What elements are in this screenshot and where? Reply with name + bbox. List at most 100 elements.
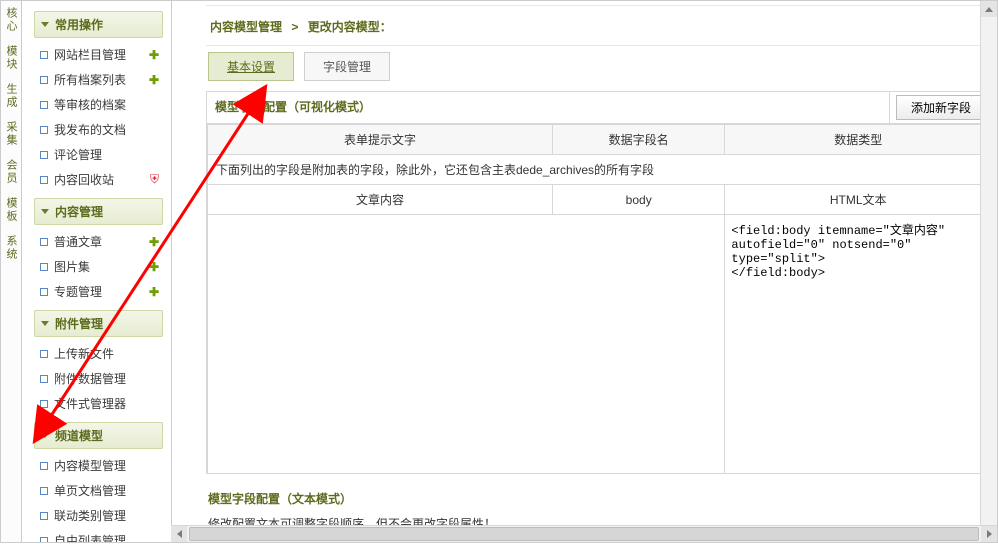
bullet-icon <box>40 151 48 159</box>
field-config-editor[interactable] <box>725 215 991 474</box>
chevron-down-icon <box>41 433 49 438</box>
bullet-icon <box>40 375 48 383</box>
vnav-item[interactable]: 生成 <box>1 77 21 115</box>
sidebar-item[interactable]: 专题管理 ✚ <box>34 279 163 304</box>
sidebar-item-label: 图片集 <box>54 258 143 275</box>
sidebar-item[interactable]: 自由列表管理 <box>34 528 163 542</box>
sidebar-item[interactable]: 单页文档管理 <box>34 478 163 503</box>
sidebar-group-title: 附件管理 <box>55 315 103 332</box>
tabs: 基本设置 字段管理 <box>208 52 993 81</box>
vnav-item[interactable]: 会员 <box>1 153 21 191</box>
shield-icon: ⛨ <box>150 172 159 187</box>
cell-type: HTML文本 <box>725 185 992 215</box>
bullet-icon <box>40 101 48 109</box>
vnav-item[interactable]: 采集 <box>1 115 21 153</box>
sidebar-group-title: 常用操作 <box>55 16 103 33</box>
vnav-item[interactable]: 核心 <box>1 1 21 39</box>
vertical-scrollbar[interactable] <box>980 1 997 542</box>
scroll-thumb[interactable] <box>189 527 979 541</box>
bullet-icon <box>40 76 48 84</box>
chevron-down-icon <box>41 321 49 326</box>
bullet-icon <box>40 512 48 520</box>
sidebar-item-label: 附件数据管理 <box>54 370 159 387</box>
table-row[interactable]: 文章内容 body HTML文本 <box>208 185 992 215</box>
plus-icon[interactable]: ✚ <box>149 235 159 249</box>
add-field-button[interactable]: 添加新字段 <box>896 95 986 120</box>
sidebar-item-label: 网站栏目管理 <box>54 46 143 63</box>
sidebar: 常用操作 网站栏目管理✚ 所有档案列表✚ 等审核的档案 我发布的文档 评论管理 … <box>22 1 172 542</box>
horizontal-scrollbar[interactable] <box>171 525 997 542</box>
vnav-item[interactable]: 系统 <box>1 229 21 267</box>
bullet-icon <box>40 400 48 408</box>
sidebar-item[interactable]: 文件式管理器 <box>34 391 163 416</box>
sidebar-item[interactable]: 等审核的档案 <box>34 92 163 117</box>
plus-icon[interactable]: ✚ <box>149 260 159 274</box>
sidebar-item-label: 内容模型管理 <box>54 457 159 474</box>
main-panel: 内容模型管理 > 更改内容模型： 基本设置 字段管理 模型字段配置（可视化模式）… <box>172 1 997 542</box>
bullet-icon <box>40 487 48 495</box>
bullet-icon <box>40 126 48 134</box>
cell-field: body <box>552 185 724 215</box>
sidebar-menu: 内容模型管理 单页文档管理 联动类别管理 自由列表管理 自定义表单 <box>34 453 163 542</box>
bullet-icon <box>40 288 48 296</box>
sidebar-item-content-model[interactable]: 内容模型管理 <box>34 453 163 478</box>
vnav-item[interactable]: 模块 <box>1 39 21 77</box>
sidebar-item-label: 上传新文件 <box>54 345 159 362</box>
cell-hint: 文章内容 <box>208 185 553 215</box>
vnav-item[interactable]: 模板 <box>1 191 21 229</box>
chevron-down-icon <box>41 22 49 27</box>
scroll-up-icon[interactable] <box>981 1 997 17</box>
sidebar-item-label: 等审核的档案 <box>54 96 159 113</box>
sidebar-item-label: 专题管理 <box>54 283 143 300</box>
editor-spacer <box>208 215 725 475</box>
sidebar-item-label: 内容回收站 <box>54 171 144 188</box>
sidebar-group-content[interactable]: 内容管理 <box>34 198 163 225</box>
sidebar-menu: 普通文章✚ 图片集 ✚ 专题管理 ✚ <box>34 229 163 304</box>
crumb-current: 更改内容模型： <box>308 20 392 34</box>
sidebar-item-label: 自由列表管理 <box>54 532 159 542</box>
sidebar-group-title: 频道模型 <box>55 427 103 444</box>
sidebar-group-title: 内容管理 <box>55 203 103 220</box>
text-config-title: 模型字段配置（文本模式） <box>208 490 993 507</box>
bullet-icon <box>40 537 48 543</box>
col-form-hint: 表单提示文字 <box>208 125 553 155</box>
col-field-name: 数据字段名 <box>552 125 724 155</box>
bullet-icon <box>40 238 48 246</box>
bullet-icon <box>40 51 48 59</box>
sidebar-item[interactable]: 附件数据管理 <box>34 366 163 391</box>
crumb-sep: > <box>291 20 298 34</box>
tab-field-manage[interactable]: 字段管理 <box>304 52 390 81</box>
scroll-left-icon[interactable] <box>171 526 187 542</box>
sidebar-item[interactable]: 图片集 ✚ <box>34 254 163 279</box>
sidebar-group-common[interactable]: 常用操作 <box>34 11 163 38</box>
sidebar-group-channel[interactable]: 频道模型 <box>34 422 163 449</box>
sidebar-item[interactable]: 内容回收站 ⛨ <box>34 167 163 192</box>
bullet-icon <box>40 462 48 470</box>
plus-icon[interactable]: ✚ <box>149 73 159 87</box>
vertical-nav: 核心 模块 生成 采集 会员 模板 系统 <box>1 1 22 542</box>
sidebar-item-label: 文件式管理器 <box>54 395 159 412</box>
sidebar-item-label: 我发布的文档 <box>54 121 159 138</box>
sidebar-item[interactable]: 所有档案列表✚ <box>34 67 163 92</box>
chevron-down-icon <box>41 209 49 214</box>
plus-icon[interactable]: ✚ <box>149 285 159 299</box>
visual-config-title: 模型字段配置（可视化模式） <box>207 92 889 123</box>
crumb-link[interactable]: 内容模型管理 <box>210 20 282 34</box>
tab-basic-settings[interactable]: 基本设置 <box>208 52 294 81</box>
visual-config-block: 模型字段配置（可视化模式） 添加新字段 表单提示文字 数据字段名 数据类型 下面… <box>206 91 993 474</box>
sidebar-item[interactable]: 联动类别管理 <box>34 503 163 528</box>
bullet-icon <box>40 263 48 271</box>
plus-icon[interactable]: ✚ <box>149 48 159 62</box>
sidebar-group-attachment[interactable]: 附件管理 <box>34 310 163 337</box>
sidebar-item[interactable]: 评论管理 <box>34 142 163 167</box>
sidebar-item-label: 评论管理 <box>54 146 159 163</box>
sidebar-item[interactable]: 网站栏目管理 ✚ <box>34 42 163 67</box>
sidebar-item[interactable]: 上传新文件 <box>34 341 163 366</box>
sidebar-item[interactable]: 普通文章✚ <box>34 229 163 254</box>
bullet-icon <box>40 176 48 184</box>
scroll-right-icon[interactable] <box>981 526 997 542</box>
col-data-type: 数据类型 <box>725 125 992 155</box>
sidebar-item-label: 联动类别管理 <box>54 507 159 524</box>
sidebar-item[interactable]: 我发布的文档 <box>34 117 163 142</box>
field-table-note: 下面列出的字段是附加表的字段，除此外，它还包含主表dede_archives的所… <box>208 155 992 185</box>
